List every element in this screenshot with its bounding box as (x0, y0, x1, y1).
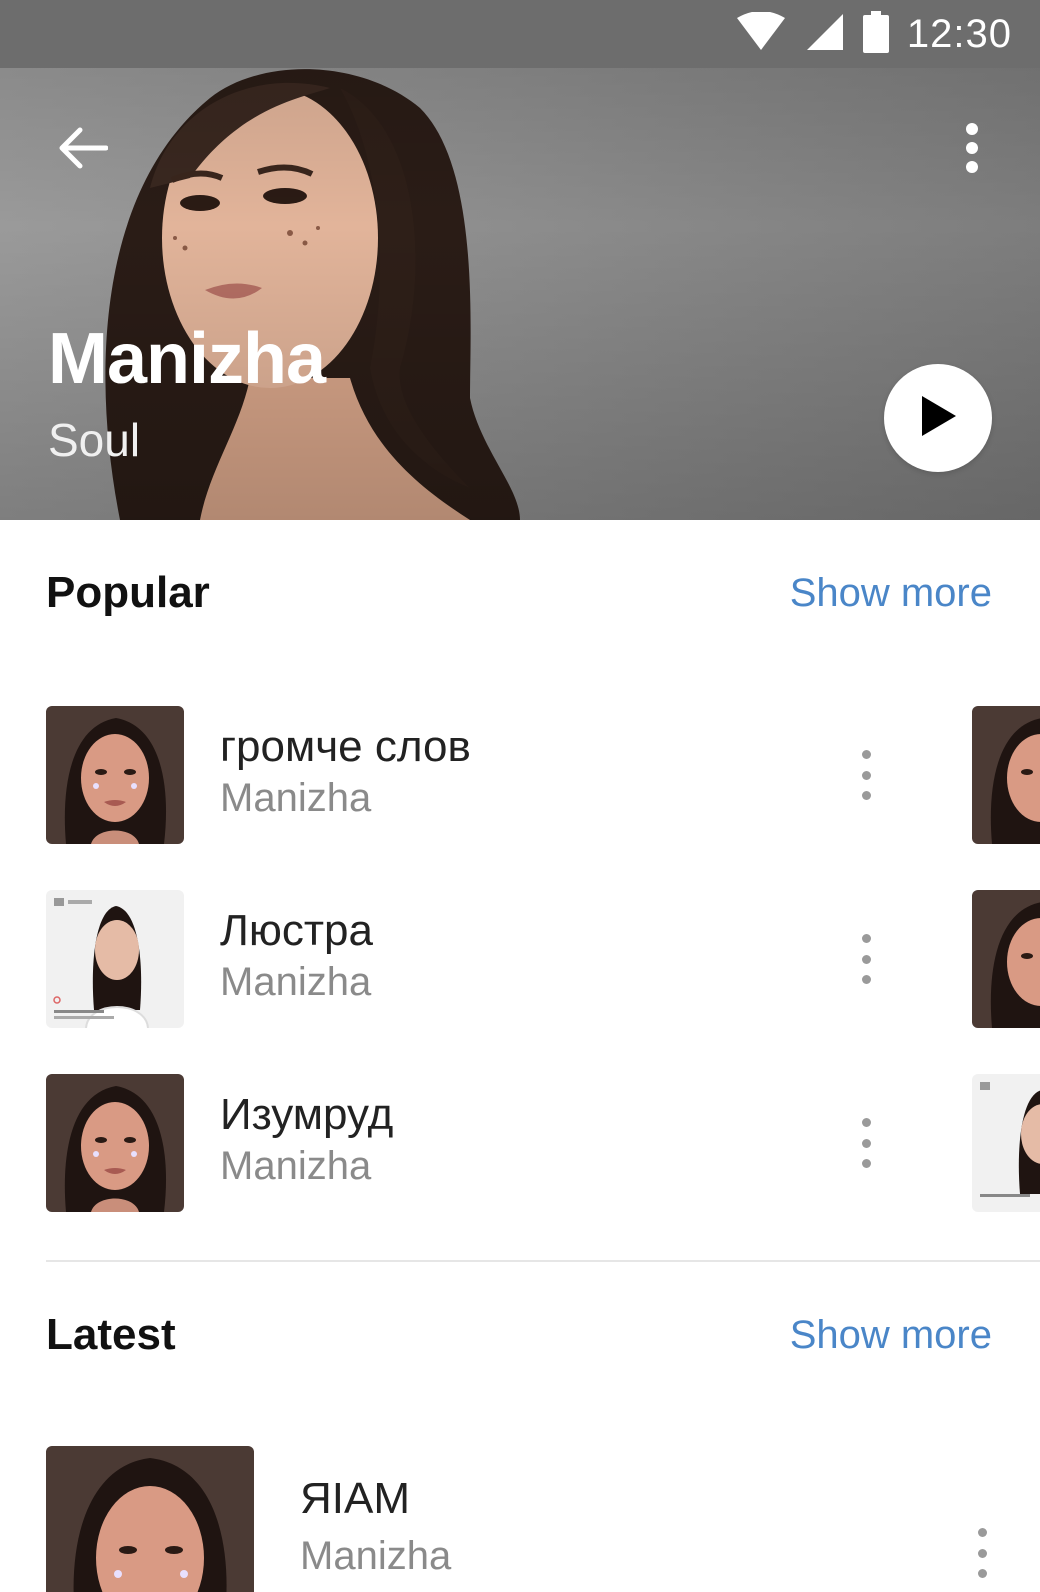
release-row[interactable]: ЯIAM Manizha (46, 1446, 1040, 1592)
signal-icon (805, 12, 845, 57)
play-button[interactable] (884, 364, 992, 472)
track-row[interactable]: Люстра Manizha (46, 890, 1040, 1028)
more-vertical-icon (964, 122, 980, 178)
artist-genre: Soul (48, 414, 141, 466)
arrow-left-icon (56, 126, 109, 175)
track-artist: Manizha (220, 776, 372, 820)
track-more-icon[interactable] (854, 1118, 878, 1168)
popular-section-header: Popular Show more (46, 568, 992, 618)
play-icon (918, 394, 958, 443)
release-artist: Manizha (300, 1534, 452, 1578)
track-title: Люстра (220, 906, 373, 955)
track-title: громче слов (220, 722, 471, 771)
release-cover (46, 1446, 254, 1592)
artist-name: Manizha (48, 319, 326, 399)
more-options-button[interactable] (948, 118, 996, 182)
section-title-latest: Latest (46, 1310, 176, 1359)
release-title: ЯIAM (300, 1474, 410, 1523)
back-button[interactable] (50, 118, 114, 182)
clock: 12:30 (906, 11, 1012, 56)
show-more-latest-link[interactable]: Show more (790, 1313, 992, 1358)
next-column-cover[interactable] (972, 1074, 1040, 1212)
track-row[interactable]: Изумруд Manizha (46, 1074, 1040, 1212)
track-more-icon[interactable] (854, 750, 878, 800)
section-title-popular: Popular (46, 568, 210, 617)
track-title: Изумруд (220, 1090, 394, 1139)
album-cover (46, 1074, 184, 1212)
track-artist: Manizha (220, 1144, 372, 1188)
next-column-cover[interactable] (972, 706, 1040, 844)
next-column-cover[interactable] (972, 890, 1040, 1028)
release-more-icon[interactable] (970, 1528, 994, 1578)
battery-icon (862, 10, 889, 58)
status-bar: 12:30 (0, 0, 1040, 68)
track-more-icon[interactable] (854, 934, 878, 984)
show-more-popular-link[interactable]: Show more (790, 571, 992, 616)
album-cover (46, 890, 184, 1028)
artist-header: Manizha Soul (0, 68, 1040, 520)
track-row[interactable]: громче слов Manizha (46, 706, 1040, 844)
track-artist: Manizha (220, 960, 372, 1004)
hero-overlay (0, 68, 1040, 520)
latest-section-header: Latest Show more (46, 1310, 992, 1360)
album-cover (46, 706, 184, 844)
wifi-icon (735, 10, 787, 57)
section-divider (46, 1260, 1040, 1262)
